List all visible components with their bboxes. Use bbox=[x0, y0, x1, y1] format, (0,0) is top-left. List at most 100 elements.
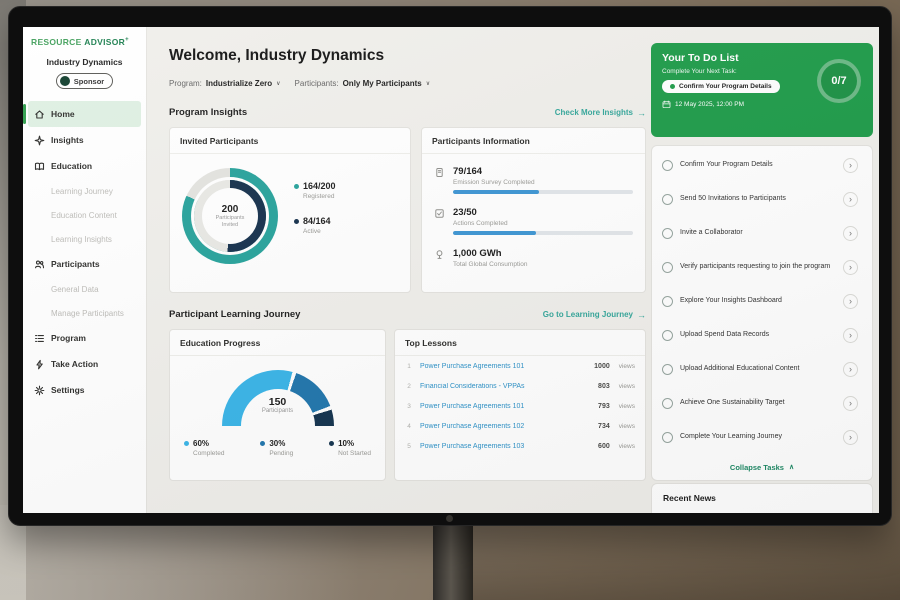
lesson-link[interactable]: Power Purchase Agreements 101 bbox=[420, 403, 591, 410]
sidebar: RESOURCE ADVISOR+ Industry Dynamics Spon… bbox=[23, 27, 147, 513]
sidebar-item-manage-participants[interactable]: Manage Participants bbox=[23, 301, 146, 325]
task-row[interactable]: Invite a Collaborator › bbox=[652, 216, 872, 250]
chevron-right-icon[interactable]: › bbox=[843, 294, 858, 309]
task-row[interactable]: Achieve One Sustainability Target › bbox=[652, 386, 872, 420]
legend-completed: 60% Completed bbox=[184, 439, 224, 457]
background-shadow bbox=[470, 515, 900, 600]
task-row[interactable]: Explore Your Insights Dashboard › bbox=[652, 284, 872, 318]
education-progress-gauge: 150 Participants bbox=[222, 370, 334, 427]
filter-bar: Program: Industrialize Zero ∨ Participan… bbox=[169, 79, 444, 88]
legend-registered: 164/200 Registered bbox=[294, 181, 336, 200]
green-dot-icon bbox=[670, 84, 675, 89]
sidebar-item-learning-insights[interactable]: Learning Insights bbox=[23, 227, 146, 251]
chevron-right-icon[interactable]: › bbox=[843, 192, 858, 207]
chevron-down-icon: ∨ bbox=[426, 80, 430, 87]
task-row[interactable]: Complete Your Learning Journey › bbox=[652, 420, 872, 454]
sidebar-item-label: Insights bbox=[51, 135, 84, 145]
sidebar-item-insights[interactable]: Insights bbox=[28, 127, 141, 153]
progress-bar bbox=[453, 231, 633, 235]
chevron-right-icon[interactable]: › bbox=[843, 158, 858, 173]
sidebar-item-label: Home bbox=[51, 109, 75, 119]
task-checkbox[interactable] bbox=[662, 364, 673, 375]
task-row[interactable]: Verify participants requesting to join t… bbox=[652, 250, 872, 284]
next-task-pill[interactable]: Confirm Your Program Details bbox=[662, 80, 780, 93]
participants-select[interactable]: Only My Participants ∨ bbox=[339, 79, 445, 88]
book-icon bbox=[34, 161, 45, 172]
lesson-link[interactable]: Financial Considerations - VPPAs bbox=[420, 383, 591, 390]
task-row[interactable]: Confirm Your Program Details › bbox=[652, 148, 872, 182]
sidebar-item-program[interactable]: Program bbox=[28, 325, 141, 351]
check-more-insights-link[interactable]: Check More Insights → bbox=[555, 108, 646, 118]
sidebar-item-home[interactable]: Home bbox=[28, 101, 141, 127]
collapse-tasks-button[interactable]: Collapse Tasks ∧ bbox=[652, 454, 872, 480]
legend-pending: 30% Pending bbox=[260, 439, 293, 457]
progress-bar bbox=[453, 190, 633, 194]
chevron-right-icon[interactable]: › bbox=[843, 362, 858, 377]
sidebar-item-label: Education bbox=[51, 161, 92, 171]
participants-information-card: Participants Information 79/164 Emission… bbox=[421, 127, 646, 293]
monitor-stand bbox=[433, 522, 473, 600]
sidebar-item-education-content[interactable]: Education Content bbox=[23, 203, 146, 227]
org-name: Industry Dynamics bbox=[23, 57, 146, 67]
task-checkbox[interactable] bbox=[662, 194, 673, 205]
todo-progress-value: 0/7 bbox=[831, 75, 846, 87]
chevron-right-icon[interactable]: › bbox=[843, 396, 858, 411]
chevron-right-icon[interactable]: › bbox=[843, 260, 858, 275]
recent-news-card: Recent News bbox=[651, 483, 873, 513]
legend-dot bbox=[260, 441, 265, 446]
gauge-legend: 60% Completed 30% Pending 10% Not Starte… bbox=[170, 427, 385, 457]
lesson-link[interactable]: Power Purchase Agreements 103 bbox=[420, 443, 591, 450]
donut-center-value: 200 bbox=[222, 204, 239, 215]
monitor-bezel: RESOURCE ADVISOR+ Industry Dynamics Spon… bbox=[8, 6, 892, 526]
task-checkbox[interactable] bbox=[662, 330, 673, 341]
sidebar-item-settings[interactable]: Settings bbox=[28, 377, 141, 403]
task-checkbox[interactable] bbox=[662, 262, 673, 273]
sponsor-badge-icon bbox=[60, 76, 70, 86]
logo-plus: + bbox=[125, 37, 129, 43]
sidebar-item-participants[interactable]: Participants bbox=[28, 251, 141, 277]
sidebar-item-label: Participants bbox=[51, 259, 100, 269]
chevron-right-icon[interactable]: › bbox=[843, 430, 858, 445]
participants-label: Participants: bbox=[295, 79, 339, 88]
task-row[interactable]: Upload Spend Data Records › bbox=[652, 318, 872, 352]
legend-active: 84/164 Active bbox=[294, 216, 336, 235]
logo-advisor: ADVISOR bbox=[84, 37, 125, 47]
task-checkbox[interactable] bbox=[662, 160, 673, 171]
dashboard-screen: RESOURCE ADVISOR+ Industry Dynamics Spon… bbox=[23, 27, 879, 513]
lesson-link[interactable]: Power Purchase Agreements 102 bbox=[420, 423, 591, 430]
program-select[interactable]: Industrialize Zero ∨ bbox=[202, 79, 295, 88]
sidebar-item-label: Program bbox=[51, 333, 86, 343]
chevron-right-icon[interactable]: › bbox=[843, 226, 858, 241]
action-bolt-icon bbox=[34, 359, 45, 370]
task-checkbox[interactable] bbox=[662, 432, 673, 443]
task-row[interactable]: Send 50 Invitations to Participants › bbox=[652, 182, 872, 216]
page-title: Welcome, Industry Dynamics bbox=[169, 47, 384, 65]
legend-not-started: 10% Not Started bbox=[329, 439, 371, 457]
sidebar-item-education[interactable]: Education bbox=[28, 153, 141, 179]
people-icon bbox=[34, 259, 45, 270]
go-to-learning-journey-link[interactable]: Go to Learning Journey → bbox=[543, 310, 646, 320]
legend-dot bbox=[329, 441, 334, 446]
task-checkbox[interactable] bbox=[662, 398, 673, 409]
sidebar-item-label: Take Action bbox=[51, 359, 98, 369]
card-title: Top Lessons bbox=[395, 330, 645, 356]
location-pin-icon bbox=[434, 248, 445, 272]
donut-legend: 164/200 Registered 84/164 Active bbox=[294, 181, 336, 251]
sidebar-nav: Home Insights Education Learning Journey… bbox=[23, 101, 146, 403]
section-title: Program Insights bbox=[169, 107, 247, 118]
monitor-logo-dot bbox=[446, 515, 453, 522]
section-title: Participant Learning Journey bbox=[169, 309, 300, 320]
chevron-right-icon[interactable]: › bbox=[843, 328, 858, 343]
legend-dot bbox=[184, 441, 189, 446]
sidebar-item-general-data[interactable]: General Data bbox=[23, 277, 146, 301]
lesson-link[interactable]: Power Purchase Agreements 101 bbox=[420, 363, 587, 370]
task-checkbox[interactable] bbox=[662, 228, 673, 239]
home-icon bbox=[34, 109, 45, 120]
calendar-icon bbox=[662, 100, 671, 109]
task-checkbox[interactable] bbox=[662, 296, 673, 307]
sidebar-item-learning-journey[interactable]: Learning Journey bbox=[23, 179, 146, 203]
sidebar-item-take-action[interactable]: Take Action bbox=[28, 351, 141, 377]
task-row[interactable]: Upload Additional Educational Content › bbox=[652, 352, 872, 386]
learning-journey-header: Participant Learning Journey Go to Learn… bbox=[169, 309, 646, 320]
education-progress-card: Education Progress 150 Participants 60% … bbox=[169, 329, 386, 481]
